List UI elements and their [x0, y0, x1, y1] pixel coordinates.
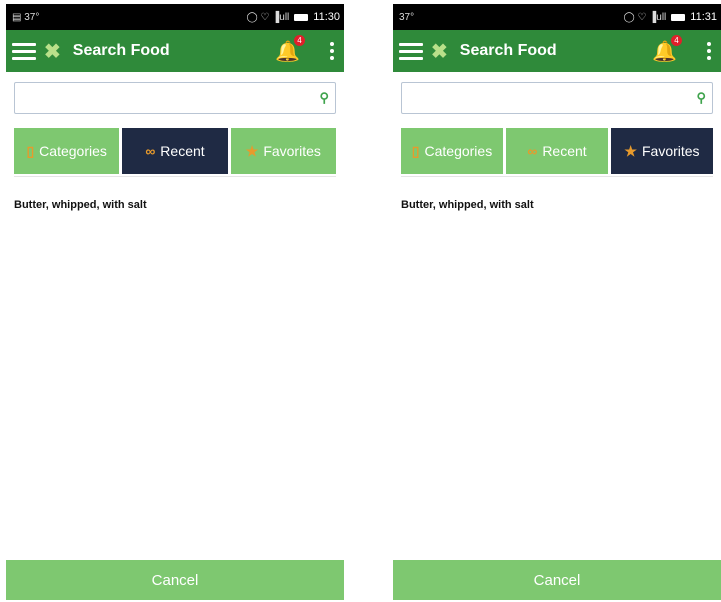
signal-icons: ◯ ♡ ▐ull — [623, 11, 667, 23]
infinity-icon: ∞ — [145, 143, 156, 159]
food-list: Butter, whipped, with salt — [6, 177, 344, 211]
status-right: ◯ ♡ ▐ull 11:30 — [246, 11, 340, 23]
search-icon[interactable]: ⚲ — [319, 90, 329, 106]
status-bar: ▤ 37° ◯ ♡ ▐ull 11:30 — [6, 4, 344, 30]
search-box: ⚲ — [401, 82, 713, 114]
infinity-icon: ∞ — [527, 143, 538, 159]
search-bar: ⚲ — [393, 72, 721, 120]
tab-label: Recent — [160, 143, 205, 159]
star-icon: ★ — [624, 142, 637, 159]
star-icon: ★ — [245, 142, 259, 159]
menu-icon[interactable] — [12, 42, 36, 60]
notification-bell-icon[interactable]: 🔔 4 — [652, 34, 682, 64]
tab-categories[interactable]: ▯ Categories — [401, 128, 503, 174]
tab-recent[interactable]: ∞ Recent — [506, 128, 608, 174]
cancel-button[interactable]: Cancel — [6, 560, 344, 600]
search-box: ⚲ — [14, 82, 336, 114]
app-logo-icon: ✖ — [431, 40, 448, 63]
tab-label: Categories — [39, 143, 107, 159]
status-left: ▤ 37° — [12, 12, 39, 23]
tab-bar: ▯ Categories ∞ Recent ★ Favorites — [6, 120, 344, 174]
app-bar: ✖ Search Food 🔔 4 — [6, 30, 344, 72]
notification-bell-icon[interactable]: 🔔 4 — [275, 34, 305, 64]
notification-icons: 37° — [399, 11, 415, 23]
status-time: 11:30 — [313, 11, 340, 23]
phone-screen-recent: ▤ 37° ◯ ♡ ▐ull 11:30 ✖ Search Food 🔔 4 ⚲ … — [6, 4, 344, 602]
tab-favorites[interactable]: ★ Favorites — [230, 128, 336, 174]
screenshot-pair: ▤ 37° ◯ ♡ ▐ull 11:30 ✖ Search Food 🔔 4 ⚲ … — [0, 0, 721, 602]
battery-icon — [671, 13, 686, 21]
status-left: 37° — [399, 12, 414, 23]
tab-label: Recent — [542, 143, 587, 159]
search-bar: ⚲ — [6, 72, 344, 120]
notification-badge: 4 — [671, 34, 682, 46]
categories-icon: ▯ — [411, 142, 420, 159]
notification-icons: ▤ 37° — [12, 11, 40, 23]
status-bar: 37° ◯ ♡ ▐ull 11:31 — [393, 4, 721, 30]
status-time: 11:31 — [690, 11, 717, 23]
battery-icon — [294, 13, 309, 21]
search-input[interactable] — [408, 89, 697, 107]
search-icon[interactable]: ⚲ — [696, 90, 706, 106]
tab-categories[interactable]: ▯ Categories — [14, 128, 120, 174]
menu-icon[interactable] — [399, 42, 423, 60]
tab-bar: ▯ Categories ∞ Recent ★ Favorites — [393, 120, 721, 174]
food-list: Butter, whipped, with salt — [393, 177, 721, 211]
tab-recent[interactable]: ∞ Recent — [122, 128, 228, 174]
page-title: Search Food — [459, 42, 557, 59]
tab-label: Favorites — [641, 143, 700, 159]
tab-label: Favorites — [263, 143, 321, 159]
overflow-menu-icon[interactable] — [707, 42, 711, 60]
signal-icons: ◯ ♡ ▐ull — [246, 11, 290, 23]
overflow-menu-icon[interactable] — [330, 42, 334, 60]
page-title: Search Food — [72, 42, 170, 59]
tab-label: Categories — [424, 143, 493, 159]
tab-favorites[interactable]: ★ Favorites — [611, 128, 713, 174]
list-item[interactable]: Butter, whipped, with salt — [14, 199, 344, 211]
cancel-button[interactable]: Cancel — [393, 560, 721, 600]
notification-badge: 4 — [294, 34, 305, 46]
app-bar: ✖ Search Food 🔔 4 — [393, 30, 721, 72]
app-logo-icon: ✖ — [44, 40, 61, 63]
search-input[interactable] — [21, 89, 320, 107]
status-right: ◯ ♡ ▐ull 11:31 — [623, 11, 717, 23]
phone-screen-favorites: 37° ◯ ♡ ▐ull 11:31 ✖ Search Food 🔔4 ⚲ ▯ — [393, 4, 721, 602]
categories-icon: ▯ — [26, 142, 35, 159]
list-item[interactable]: Butter, whipped, with salt — [401, 199, 721, 211]
